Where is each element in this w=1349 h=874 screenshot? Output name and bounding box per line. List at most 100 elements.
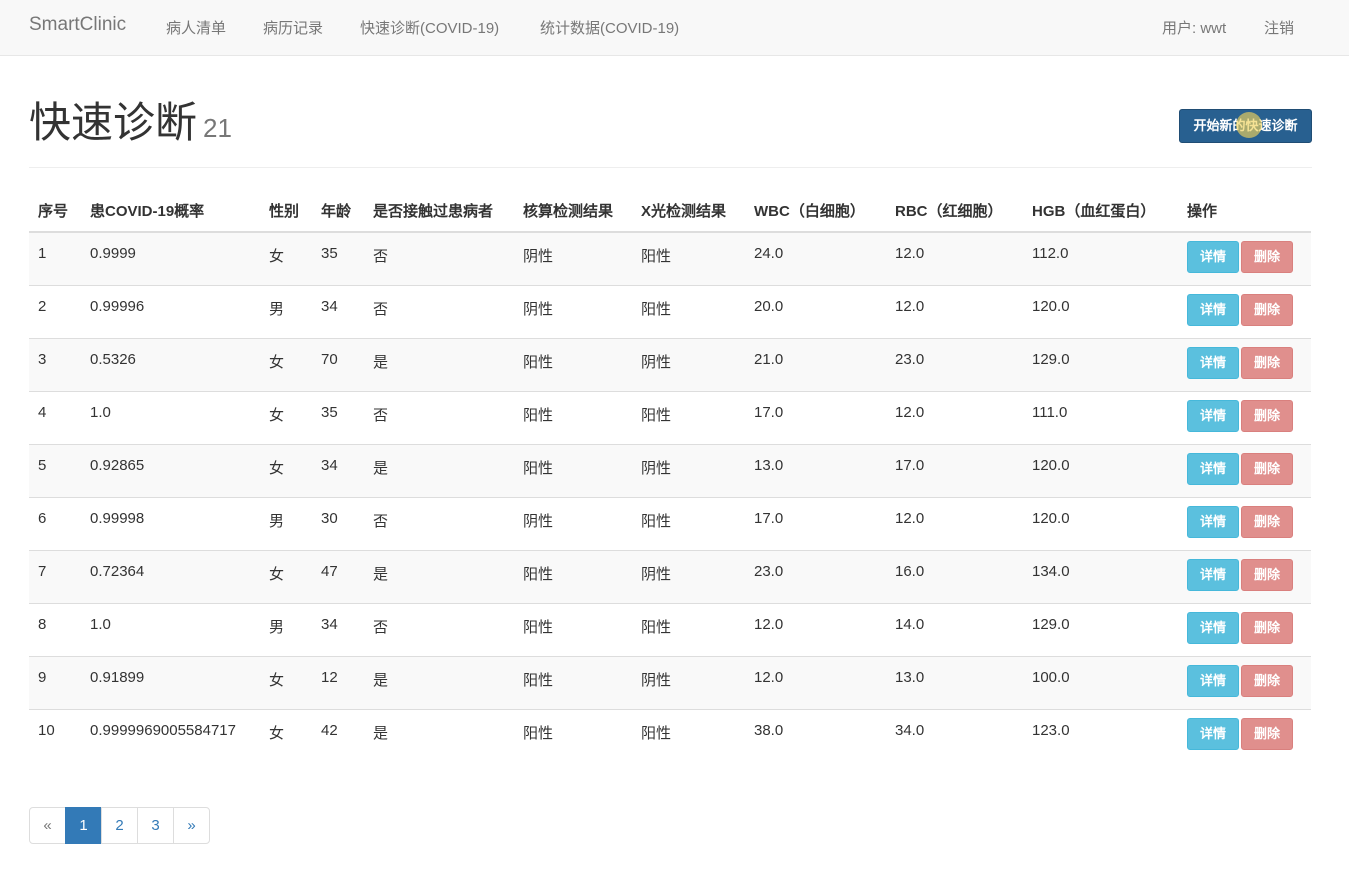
cell-wbc: 12.0 xyxy=(745,655,886,709)
cell-contact: 否 xyxy=(364,390,514,444)
cell-actions: 详情 删除 xyxy=(1178,549,1311,603)
cell-probability: 0.5326 xyxy=(81,337,260,391)
delete-button[interactable]: 删除 xyxy=(1241,293,1293,326)
delete-button[interactable]: 删除 xyxy=(1241,505,1293,538)
cell-hgb: 120.0 xyxy=(1023,443,1178,497)
cell-rbc: 14.0 xyxy=(886,602,1023,656)
cell-xray: 阴性 xyxy=(632,443,745,497)
cell-rbc: 23.0 xyxy=(886,337,1023,391)
cell-contact: 是 xyxy=(364,708,514,762)
cell-rbc: 12.0 xyxy=(886,496,1023,550)
cell-contact: 否 xyxy=(364,284,514,338)
logout-link[interactable]: 注销 xyxy=(1264,17,1294,38)
page-title: 快速诊断 21 xyxy=(29,98,232,153)
cell-index: 9 xyxy=(29,655,81,709)
col-header-gender: 性别 xyxy=(260,190,312,233)
detail-button[interactable]: 详情 xyxy=(1187,293,1239,326)
delete-button[interactable]: 删除 xyxy=(1241,717,1293,750)
detail-button[interactable]: 详情 xyxy=(1187,611,1239,644)
delete-button[interactable]: 删除 xyxy=(1241,399,1293,432)
cell-nucleic-test: 阳性 xyxy=(514,443,632,497)
cell-age: 34 xyxy=(312,602,364,656)
cell-probability: 1.0 xyxy=(81,602,260,656)
detail-button[interactable]: 详情 xyxy=(1187,241,1239,273)
cell-gender: 女 xyxy=(260,443,312,497)
detail-button[interactable]: 详情 xyxy=(1187,558,1239,591)
cell-gender: 女 xyxy=(260,655,312,709)
cell-xray: 阳性 xyxy=(632,708,745,762)
cell-age: 34 xyxy=(312,284,364,338)
pagination-page-3[interactable]: 3 xyxy=(137,807,174,844)
cell-xray: 阴性 xyxy=(632,337,745,391)
detail-button[interactable]: 详情 xyxy=(1187,346,1239,379)
detail-button[interactable]: 详情 xyxy=(1187,452,1239,485)
cell-xray: 阳性 xyxy=(632,602,745,656)
cell-hgb: 129.0 xyxy=(1023,602,1178,656)
table-row: 5 0.92865 女 34 是阳性 阴性 13.0 17.0 120.0 详情 删除 xyxy=(29,443,1311,497)
nav-link-records[interactable]: 病历记录 xyxy=(263,17,323,38)
cell-age: 34 xyxy=(312,443,364,497)
cell-nucleic-test: 阳性 xyxy=(514,708,632,762)
cell-age: 12 xyxy=(312,655,364,709)
pagination-prev[interactable]: « xyxy=(29,807,66,844)
cell-probability: 1.0 xyxy=(81,390,260,444)
delete-button[interactable]: 删除 xyxy=(1241,241,1293,273)
cell-hgb: 134.0 xyxy=(1023,549,1178,603)
col-header-age: 年龄 xyxy=(312,190,364,233)
table-row: 6 0.99998 男 30 否阴性 阳性 17.0 12.0 120.0 详情 删除 xyxy=(29,496,1311,550)
cell-gender: 女 xyxy=(260,708,312,762)
top-navbar: SmartClinic 病人清单 病历记录 快速诊断(COVID-19) 统计数… xyxy=(0,0,1349,56)
cell-nucleic-test: 阳性 xyxy=(514,602,632,656)
cell-wbc: 24.0 xyxy=(745,231,886,285)
delete-button[interactable]: 删除 xyxy=(1241,452,1293,485)
cell-index: 10 xyxy=(29,708,81,762)
table-body: 1 0.9999 女 35 否阴性 阳性 24.0 12.0 112.0 详情 删除 2 0.99996… xyxy=(29,231,1311,762)
cell-gender: 女 xyxy=(260,231,312,285)
detail-button[interactable]: 详情 xyxy=(1187,399,1239,432)
new-diagnosis-button-label: 开始新的快速诊断 xyxy=(1193,118,1298,133)
pagination-page-2[interactable]: 2 xyxy=(101,807,138,844)
col-header-nucleic-test: 核算检测结果 xyxy=(514,190,632,233)
cell-xray: 阳性 xyxy=(632,231,745,285)
cell-index: 3 xyxy=(29,337,81,391)
col-header-hgb: HGB（血红蛋白） xyxy=(1023,190,1178,233)
detail-button[interactable]: 详情 xyxy=(1187,717,1239,750)
cell-probability: 0.9999 xyxy=(81,231,260,285)
cell-index: 4 xyxy=(29,390,81,444)
delete-button[interactable]: 删除 xyxy=(1241,611,1293,644)
detail-button[interactable]: 详情 xyxy=(1187,505,1239,538)
cell-xray: 阴性 xyxy=(632,655,745,709)
cell-probability: 0.99996 xyxy=(81,284,260,338)
nav-user[interactable]: 用户: wwt xyxy=(1162,17,1226,38)
table-header-row: 序号 患COVID-19概率 性别 年龄 是否接触过患病者 核算检测结果 X光检… xyxy=(29,190,1311,233)
detail-button[interactable]: 详情 xyxy=(1187,664,1239,697)
delete-button[interactable]: 删除 xyxy=(1241,346,1293,379)
pagination-page-1[interactable]: 1 xyxy=(65,807,102,844)
cell-probability: 0.72364 xyxy=(81,549,260,603)
delete-button[interactable]: 删除 xyxy=(1241,558,1293,591)
cell-gender: 男 xyxy=(260,496,312,550)
table-row: 1 0.9999 女 35 否阴性 阳性 24.0 12.0 112.0 详情 删除 xyxy=(29,231,1311,285)
cell-gender: 男 xyxy=(260,284,312,338)
cell-wbc: 38.0 xyxy=(745,708,886,762)
nav-link-statistics[interactable]: 统计数据(COVID-19) xyxy=(540,17,679,38)
cell-actions: 详情 删除 xyxy=(1178,284,1311,338)
cell-hgb: 111.0 xyxy=(1023,390,1178,444)
delete-button[interactable]: 删除 xyxy=(1241,664,1293,697)
nav-link-quick-diagnosis[interactable]: 快速诊断(COVID-19) xyxy=(360,17,499,38)
cell-hgb: 123.0 xyxy=(1023,708,1178,762)
cell-contact: 否 xyxy=(364,496,514,550)
cell-age: 70 xyxy=(312,337,364,391)
col-header-xray: X光检测结果 xyxy=(632,190,745,233)
table-row: 4 1.0 女 35 否阳性 阳性 17.0 12.0 111.0 详情 删除 xyxy=(29,390,1311,444)
cell-hgb: 129.0 xyxy=(1023,337,1178,391)
diagnosis-table: 序号 患COVID-19概率 性别 年龄 是否接触过患病者 核算检测结果 X光检… xyxy=(29,190,1311,762)
nav-link-patients[interactable]: 病人清单 xyxy=(166,17,226,38)
pagination-next[interactable]: » xyxy=(173,807,210,844)
brand-link[interactable]: SmartClinic xyxy=(29,14,126,36)
new-diagnosis-button[interactable]: 开始新的快速诊断 xyxy=(1179,109,1312,143)
cell-nucleic-test: 阴性 xyxy=(514,231,632,285)
cell-index: 7 xyxy=(29,549,81,603)
col-header-actions: 操作 xyxy=(1178,190,1311,233)
cell-rbc: 12.0 xyxy=(886,231,1023,285)
